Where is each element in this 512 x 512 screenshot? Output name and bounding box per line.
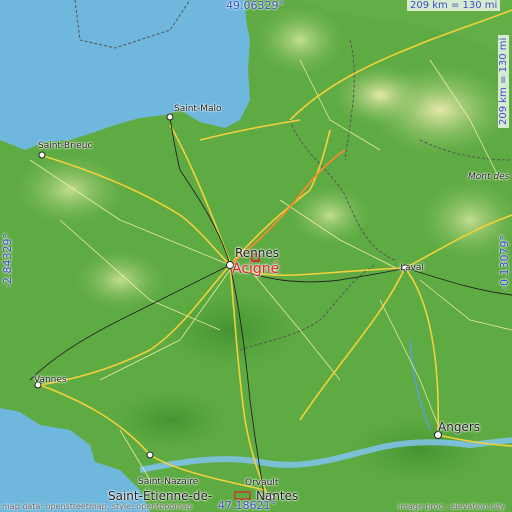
- coord-bottom-lat: 47.18621°: [218, 499, 276, 512]
- city-marker-saint-nazaire: [146, 451, 154, 459]
- label-focus-place: Acigné: [232, 261, 280, 277]
- relief-patch: [335, 65, 425, 125]
- label-saint-malo: Saint-Malo: [174, 104, 222, 114]
- attribution-map-data: map data: openstreetmap, style: opentopo…: [2, 502, 192, 511]
- coord-left-lon: -2.84329°: [1, 233, 14, 288]
- lowland-patch: [110, 390, 230, 450]
- lowland-patch: [160, 290, 300, 370]
- map-view[interactable]: Saint-Malo Saint-Brieuc Rennes Acigné La…: [0, 0, 512, 512]
- label-rennes: Rennes: [235, 246, 280, 260]
- label-angers: Angers: [438, 420, 480, 434]
- city-marker-saint-malo: [166, 113, 174, 121]
- relief-patch: [255, 5, 345, 75]
- relief-patch: [15, 155, 125, 225]
- label-saint-etienne: Saint-Étienne-de-: [108, 489, 213, 503]
- label-vannes: Vannes: [34, 375, 67, 385]
- label-mont-des: Mont des: [468, 172, 510, 182]
- scale-label-top: 209 km = 130 mi: [407, 0, 501, 11]
- coord-right-lon: -0.13079°: [498, 235, 511, 290]
- scale-label-right: 209 km = 130 mi: [498, 34, 509, 128]
- city-marker-saint-brieuc: [38, 151, 46, 159]
- label-saint-nazaire: Saint-Nazaire: [138, 477, 199, 487]
- label-saint-brieuc: Saint-Brieuc: [38, 141, 93, 151]
- label-orvault: Orvault: [245, 478, 279, 488]
- coord-top-lat: 49.06329°: [226, 0, 284, 12]
- label-laval: Laval: [400, 263, 424, 273]
- attribution-image-proc: image proc.: elevation.city: [398, 502, 505, 511]
